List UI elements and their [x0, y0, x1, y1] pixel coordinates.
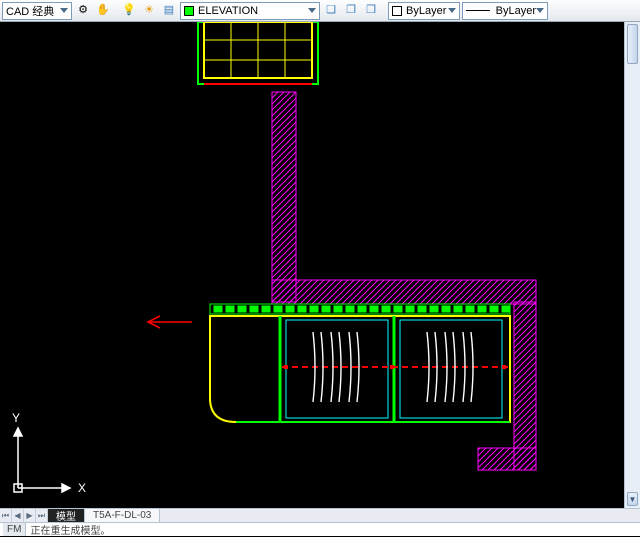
color-value: ByLayer — [406, 5, 446, 17]
color-swatch — [392, 6, 402, 16]
chevron-down-icon — [448, 8, 456, 13]
tab-nav-last[interactable]: ⏭ — [36, 509, 48, 522]
tab-model[interactable]: 模型 — [48, 509, 85, 522]
top-toolbar: CAD 经典 ⚙ ✋ 💡 ☀ ▤ ELEVATION ❏ ❐ ❒ ByLayer… — [0, 0, 640, 22]
bulb-button[interactable]: 💡 — [120, 2, 138, 20]
layer-swatch — [184, 6, 194, 16]
tab-layout-1-label: T5A-F-DL-03 — [93, 510, 151, 521]
layer-tool-3[interactable]: ❒ — [362, 2, 380, 20]
chevron-down-icon — [308, 8, 316, 13]
gear-icon: ⚙ — [78, 5, 88, 16]
vertical-scrollbar[interactable]: ▼ — [624, 22, 640, 508]
drawing-content — [0, 22, 624, 508]
sun-button[interactable]: ☀ — [140, 2, 158, 20]
sun-icon: ☀ — [144, 5, 154, 16]
layer-tool-1[interactable]: ❏ — [322, 2, 340, 20]
workspace-value: CAD 经典 — [6, 3, 54, 19]
layer-icon: ❒ — [366, 5, 376, 16]
chevron-down-icon — [536, 8, 544, 13]
tab-model-label: 模型 — [56, 508, 76, 523]
command-line[interactable]: FM 正在重生成模型。 — [0, 522, 640, 536]
tab-layout-1[interactable]: T5A-F-DL-03 — [85, 509, 160, 522]
lineweight-dropdown[interactable]: ByLayer — [462, 2, 548, 20]
workspace-settings-button[interactable]: ⚙ — [74, 2, 92, 20]
layer-icon: ❐ — [346, 5, 356, 16]
layer-tool-2[interactable]: ❐ — [342, 2, 360, 20]
hand-icon: ✋ — [96, 5, 110, 16]
color-dropdown[interactable]: ByLayer — [388, 2, 460, 20]
tab-track — [160, 509, 640, 522]
tab-nav-prev[interactable]: ◀ — [12, 509, 24, 522]
drawing-canvas[interactable]: X Y — [0, 22, 640, 508]
scrollbar-thumb[interactable] — [627, 24, 638, 64]
layer-value: ELEVATION — [198, 5, 258, 17]
pan-button[interactable]: ✋ — [94, 2, 112, 20]
lineweight-line — [466, 10, 490, 11]
scrollbar-down-button[interactable]: ▼ — [627, 492, 638, 506]
layer-icon: ❏ — [326, 5, 336, 16]
command-prefix: FM — [3, 523, 26, 536]
workspace-dropdown[interactable]: CAD 经典 — [2, 2, 72, 20]
lineweight-value: ByLayer — [496, 5, 536, 17]
tab-nav-next[interactable]: ▶ — [24, 509, 36, 522]
layer-props-button[interactable]: ▤ — [160, 2, 178, 20]
command-text: 正在重生成模型。 — [30, 522, 110, 537]
layers-icon: ▤ — [164, 5, 174, 16]
tab-nav-first[interactable]: ⏮ — [0, 509, 12, 522]
chevron-down-icon — [60, 8, 68, 13]
layer-dropdown[interactable]: ELEVATION — [180, 2, 320, 20]
bulb-icon: 💡 — [122, 5, 136, 16]
layout-tabbar: ⏮ ◀ ▶ ⏭ 模型 T5A-F-DL-03 — [0, 508, 640, 522]
